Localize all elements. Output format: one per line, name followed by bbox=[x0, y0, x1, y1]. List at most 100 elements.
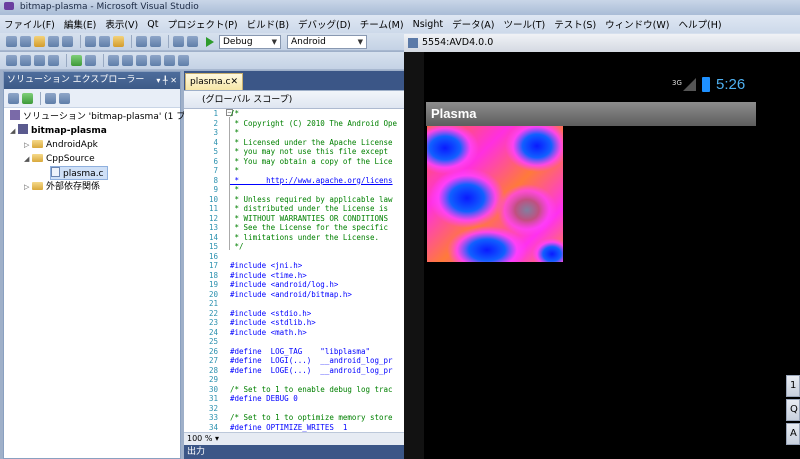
emulator-window-icon bbox=[408, 38, 418, 48]
collapse-arrow-icon[interactable]: ◢ bbox=[24, 152, 32, 166]
solution-icon bbox=[10, 110, 20, 120]
zoom-value: 100 % bbox=[187, 434, 213, 443]
redo-icon[interactable] bbox=[150, 36, 161, 47]
save-all-icon[interactable] bbox=[62, 36, 73, 47]
tree-item-external-dependencies[interactable]: ▷ 外部依存関係 bbox=[24, 180, 100, 194]
uncomment-icon[interactable] bbox=[85, 55, 96, 66]
expand-arrow-icon[interactable]: ▷ bbox=[24, 138, 32, 152]
view-class-diagram-icon[interactable] bbox=[59, 92, 70, 104]
emulator-title: 5554:AVD4.0.0 bbox=[422, 37, 494, 48]
visual-studio-logo-icon bbox=[4, 2, 14, 10]
line-number: 7 bbox=[213, 166, 218, 175]
tab-plasma-c[interactable]: plasma.c ✕ bbox=[185, 73, 243, 90]
side-tab-1[interactable]: 1 bbox=[786, 375, 800, 397]
line-number: 28 bbox=[208, 365, 218, 375]
tree-item-solution[interactable]: ソリューション 'bitmap-plasma' (1 プロ bbox=[10, 110, 194, 124]
tree-item-label: ソリューション 'bitmap-plasma' (1 プロ bbox=[23, 112, 195, 122]
zoom-level[interactable]: 100 % ▾ bbox=[184, 432, 410, 445]
menu-view[interactable]: 表示(V) bbox=[105, 17, 138, 31]
scope-dropdown[interactable]: (グローバル スコープ) bbox=[184, 91, 410, 109]
cut-icon[interactable] bbox=[85, 36, 96, 47]
menu-file[interactable]: ファイル(F) bbox=[4, 17, 55, 31]
menu-help[interactable]: ヘルプ(H) bbox=[678, 17, 721, 31]
format-icon[interactable] bbox=[20, 55, 31, 66]
line-number: 19 bbox=[208, 280, 218, 289]
line-number: 16 bbox=[208, 251, 218, 261]
find-icon[interactable] bbox=[6, 55, 17, 66]
code-line: #include <jni.h> bbox=[230, 261, 303, 270]
tree-item-cppsource[interactable]: ◢ CppSource bbox=[24, 152, 95, 166]
code-line: #include <math.h> bbox=[230, 327, 307, 337]
chevron-down-icon: ▼ bbox=[271, 37, 277, 46]
line-number: 5 bbox=[213, 147, 218, 156]
tree-item-androidapk[interactable]: ▷ AndroidApk bbox=[24, 138, 98, 152]
folder-open-icon bbox=[32, 154, 43, 162]
toolbar-separator bbox=[80, 35, 81, 48]
copy-icon[interactable] bbox=[99, 36, 110, 47]
code-line: #define LOG_TAG "libplasma" bbox=[230, 346, 370, 356]
menu-qt[interactable]: Qt bbox=[147, 19, 158, 30]
tree-item-plasma-c[interactable]: plasma.c bbox=[50, 166, 108, 180]
toolbar-separator bbox=[40, 91, 41, 105]
save-icon[interactable] bbox=[48, 36, 59, 47]
bookmark-icon[interactable] bbox=[108, 55, 119, 66]
expand-arrow-icon[interactable]: ▷ bbox=[24, 180, 32, 194]
menu-tools[interactable]: ツール(T) bbox=[504, 17, 546, 31]
side-tab-q[interactable]: Q bbox=[786, 399, 800, 421]
tree-item-label: plasma.c bbox=[63, 169, 104, 179]
menu-nsight[interactable]: Nsight bbox=[413, 19, 443, 30]
open-file-icon[interactable] bbox=[34, 36, 45, 47]
show-all-files-icon[interactable] bbox=[45, 92, 56, 104]
indent-icon[interactable] bbox=[34, 55, 45, 66]
panel-window-controls[interactable]: ▾ ╀ ✕ bbox=[156, 72, 177, 89]
menu-project[interactable]: プロジェクト(P) bbox=[167, 17, 237, 31]
comment-icon[interactable] bbox=[71, 55, 82, 66]
bookmark-clear-icon[interactable] bbox=[150, 55, 161, 66]
outdent-icon[interactable] bbox=[48, 55, 59, 66]
line-number: 29 bbox=[208, 375, 218, 384]
bookmark-prev-icon[interactable] bbox=[122, 55, 133, 66]
close-icon[interactable]: ✕ bbox=[230, 74, 238, 90]
code-line: #include <time.h> bbox=[230, 270, 307, 280]
bookmark-next-icon[interactable] bbox=[136, 55, 147, 66]
tree-item-project[interactable]: ◢ bitmap-plasma bbox=[10, 124, 107, 138]
solution-configuration-select[interactable]: Debug ▼ bbox=[219, 34, 281, 49]
menu-edit[interactable]: 編集(E) bbox=[64, 17, 96, 31]
code-line: /* bbox=[230, 109, 240, 118]
add-item-icon[interactable] bbox=[20, 36, 31, 47]
emulator-screen[interactable]: 3G 5:26 Plasma bbox=[426, 70, 760, 459]
line-number: 11 bbox=[208, 204, 218, 213]
menu-data[interactable]: データ(A) bbox=[452, 17, 494, 31]
line-number: 31 bbox=[208, 394, 218, 403]
code-editor[interactable]: − 1 2 3 4 5 6 7 8 9 10 11 12 13 14 15 16 17 18 19 20 21 22 23 2… bbox=[184, 109, 410, 432]
code-line: * bbox=[230, 185, 240, 194]
collapse-arrow-icon[interactable]: ◢ bbox=[10, 124, 18, 138]
line-number: 23 bbox=[208, 318, 218, 327]
solution-explorer-header: ソリューション エクスプローラー ▾ ╀ ✕ bbox=[4, 72, 180, 89]
menu-window[interactable]: ウィンドウ(W) bbox=[605, 17, 669, 31]
solution-platform-select[interactable]: Android ▼ bbox=[287, 34, 367, 49]
new-project-icon[interactable] bbox=[6, 36, 17, 47]
undo-icon[interactable] bbox=[136, 36, 147, 47]
paste-icon[interactable] bbox=[113, 36, 124, 47]
bookmark-folder-icon[interactable] bbox=[164, 55, 175, 66]
menu-build[interactable]: ビルド(B) bbox=[247, 17, 289, 31]
status-clock: 5:26 bbox=[716, 76, 746, 93]
navigate-forward-icon[interactable] bbox=[187, 36, 198, 47]
bookmark-window-icon[interactable] bbox=[178, 55, 189, 66]
code-line: * bbox=[230, 128, 240, 137]
start-debugging-icon[interactable] bbox=[206, 36, 214, 47]
menu-test[interactable]: テスト(S) bbox=[554, 17, 596, 31]
folder-icon bbox=[32, 140, 43, 148]
side-tab-a[interactable]: A bbox=[786, 423, 800, 445]
code-line: /* Set to 1 to optimize memory store bbox=[230, 413, 393, 422]
navigate-backward-icon[interactable] bbox=[173, 36, 184, 47]
line-number: 13 bbox=[208, 223, 218, 232]
properties-icon[interactable] bbox=[8, 92, 19, 104]
refresh-icon[interactable] bbox=[22, 92, 33, 104]
menu-debug[interactable]: デバッグ(D) bbox=[298, 17, 351, 31]
output-panel-header: 出力 bbox=[184, 445, 410, 459]
code-line: * Licensed under the Apache License bbox=[230, 137, 393, 147]
menu-team[interactable]: チーム(M) bbox=[360, 17, 404, 31]
signal-strength-icon bbox=[683, 78, 696, 91]
